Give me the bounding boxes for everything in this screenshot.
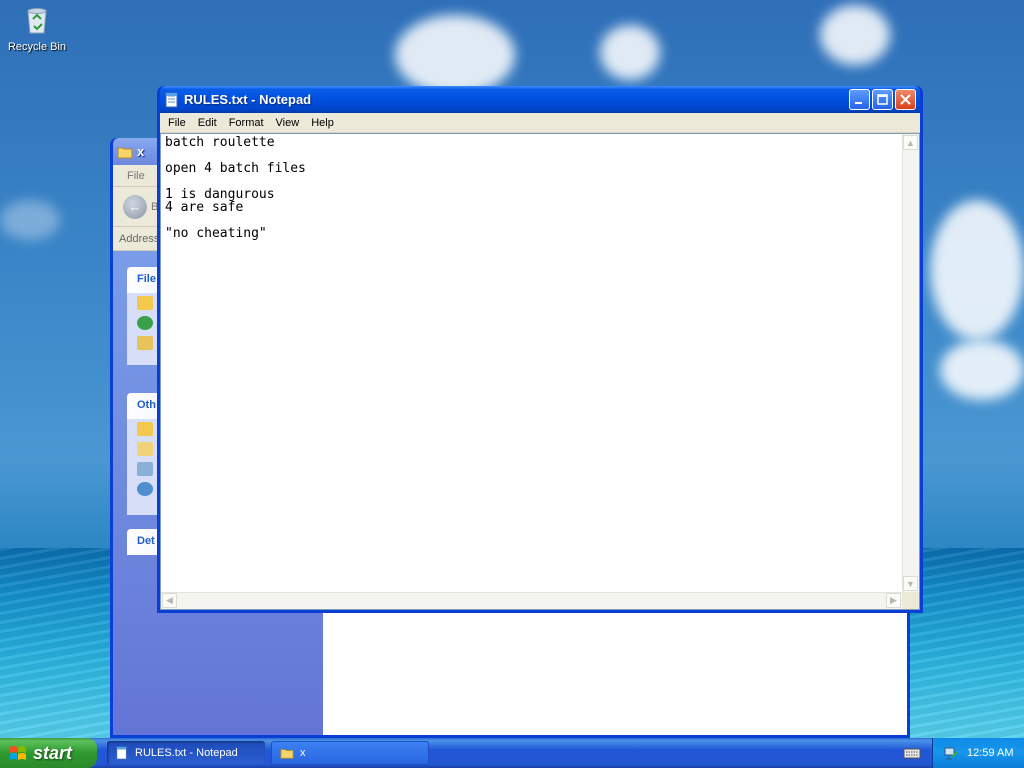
notepad-icon — [165, 92, 178, 107]
menu-edit[interactable]: Edit — [192, 117, 223, 129]
back-arrow-icon: ← — [128, 199, 142, 214]
taskbar: start RULES.txt - Notepad x 12:59 AM — [0, 738, 1024, 768]
menu-view[interactable]: View — [270, 117, 306, 129]
minimize-icon — [855, 102, 862, 104]
start-button[interactable]: start — [0, 738, 97, 768]
my-computer-icon — [137, 462, 153, 476]
menu-help[interactable]: Help — [305, 117, 340, 129]
taskbar-item-notepad[interactable]: RULES.txt - Notepad — [107, 741, 265, 765]
scroll-left-arrow[interactable]: ◀ — [162, 593, 177, 608]
windows-logo-icon — [10, 746, 26, 760]
publish-icon — [137, 316, 153, 330]
network-status-icon[interactable] — [943, 745, 959, 761]
taskbar-item-label: x — [300, 747, 306, 759]
documents-icon — [137, 442, 153, 456]
back-button[interactable]: ← — [123, 194, 147, 219]
folder-icon — [137, 422, 153, 436]
horizontal-scrollbar[interactable]: ◀ ▶ — [161, 592, 902, 609]
notepad-window[interactable]: RULES.txt - Notepad File Edit Format Vie… — [157, 86, 923, 613]
system-tray: 12:59 AM — [932, 738, 1024, 768]
notepad-edit-area[interactable]: batch roulette open 4 batch files 1 is d… — [160, 133, 920, 610]
taskbar-item-explorer[interactable]: x — [271, 741, 429, 765]
menu-file[interactable]: File — [162, 117, 192, 129]
keyboard-icon[interactable] — [902, 744, 922, 762]
share-folder-icon — [137, 336, 153, 350]
new-folder-icon — [137, 296, 153, 310]
vertical-scrollbar[interactable]: ▲ ▼ — [902, 134, 919, 592]
notepad-icon — [116, 746, 127, 760]
address-label: Address — [119, 232, 160, 245]
maximize-icon — [877, 94, 888, 105]
close-icon — [900, 94, 911, 105]
maximize-button[interactable] — [872, 89, 893, 110]
notepad-titlebar[interactable]: RULES.txt - Notepad — [160, 86, 920, 113]
start-label: start — [33, 742, 73, 763]
resize-grip[interactable] — [902, 592, 919, 609]
menu-format[interactable]: Format — [223, 117, 270, 129]
scroll-right-arrow[interactable]: ▶ — [886, 593, 901, 608]
notepad-title: RULES.txt - Notepad — [184, 92, 312, 107]
minimize-button[interactable] — [849, 89, 870, 110]
explorer-menu-file[interactable]: File — [121, 170, 151, 182]
notepad-menubar: File Edit Format View Help — [160, 113, 920, 133]
recycle-bin-desktop-icon[interactable]: Recycle Bin — [4, 4, 70, 53]
notepad-text[interactable]: batch roulette open 4 batch files 1 is d… — [165, 136, 306, 240]
folder-icon — [280, 749, 294, 759]
scroll-up-arrow[interactable]: ▲ — [903, 135, 918, 150]
scroll-down-arrow[interactable]: ▼ — [903, 576, 918, 591]
recycle-bin-label: Recycle Bin — [7, 41, 67, 53]
taskbar-item-label: RULES.txt - Notepad — [135, 747, 238, 759]
close-button[interactable] — [895, 89, 916, 110]
folder-icon — [117, 147, 133, 158]
network-icon — [137, 482, 153, 496]
clock[interactable]: 12:59 AM — [967, 747, 1013, 759]
recycle-bin-icon — [27, 8, 47, 34]
